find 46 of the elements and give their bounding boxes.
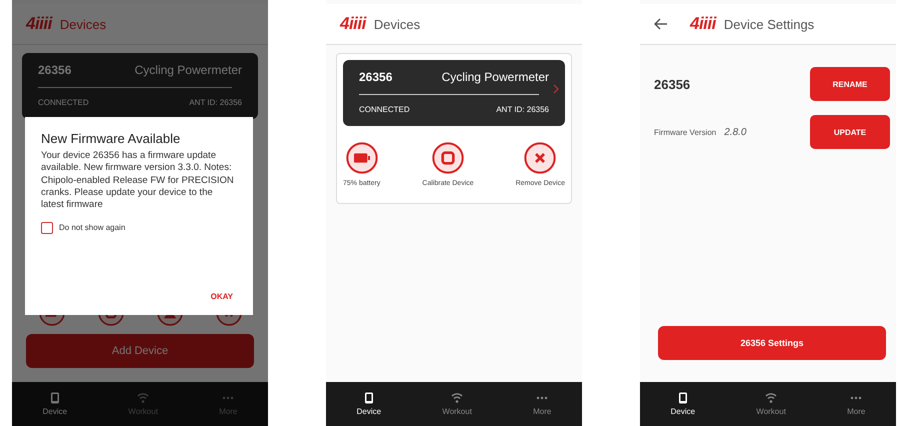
nav-tab[interactable]: Device: [348, 390, 390, 418]
add-device-button[interactable]: Add Device: [26, 334, 254, 368]
nav-tab[interactable]: Device: [34, 390, 76, 418]
close-icon: [524, 142, 556, 174]
nav-tab[interactable]: More: [525, 390, 560, 418]
device-card[interactable]: 26356 Cycling Powermeter CONNECTED ANT ID: 26356: [343, 60, 565, 126]
dialog-message: Your device 26356 has a firmware update available. New firmware version 3.3.0. Notes: Chipolo-enabled Release FW for PRECISION cranks. Please update your device to the latest firmware: [41, 150, 235, 212]
wifi-icon: [765, 392, 778, 404]
connection-status: CONNECTED: [38, 98, 89, 107]
screen-title: Devices: [60, 16, 106, 32]
dialog-title: New Firmware Available: [41, 131, 182, 146]
nav-tab[interactable]: Workout: [434, 390, 480, 418]
brand-logo: 4iiii: [690, 14, 716, 34]
firmware-version: 2.8.0: [724, 126, 746, 138]
wifi-icon: [137, 392, 150, 404]
phone-icon: [50, 392, 60, 404]
device-name: 26356: [38, 63, 72, 77]
screen-title: Devices: [374, 16, 420, 32]
back-arrow-icon[interactable]: [654, 18, 668, 30]
update-button[interactable]: UPDATE: [810, 115, 890, 149]
firmware-label: Firmware Version: [654, 128, 716, 136]
phone-icon: [678, 392, 688, 404]
battery-icon: [346, 142, 378, 174]
chevron-icon: [553, 84, 559, 94]
brand-logo: 4iiii: [340, 14, 366, 34]
okay-button[interactable]: OKAY: [206, 288, 237, 305]
square-in-circle-icon: [432, 142, 464, 174]
nav-tab[interactable]: Workout: [748, 390, 794, 418]
screen-title: Device Settings: [724, 16, 814, 32]
device-type: Cycling Powermeter: [442, 70, 549, 84]
device-card[interactable]: 26356 Cycling Powermeter CONNECTED ANT ID: 26356: [22, 53, 258, 119]
nav-tab[interactable]: Device: [662, 390, 704, 418]
settings-button[interactable]: 26356 Settings: [658, 326, 886, 360]
device-name: 26356: [359, 70, 392, 84]
device-type: Cycling Powermeter: [134, 63, 242, 77]
ant-id: ANT ID: 26356: [189, 98, 242, 107]
rename-button[interactable]: RENAME: [810, 67, 890, 101]
phone-icon: [364, 392, 374, 404]
ant-id: ANT ID: 26356: [496, 105, 549, 114]
connection-status: CONNECTED: [359, 105, 410, 114]
brand-logo: 4iiii: [26, 14, 52, 34]
device-name: 26356: [654, 76, 690, 92]
nav-tab[interactable]: More: [839, 390, 874, 418]
checkbox-label: Do not show again: [59, 223, 126, 232]
wifi-icon: [451, 392, 464, 404]
checkbox[interactable]: [41, 222, 53, 234]
